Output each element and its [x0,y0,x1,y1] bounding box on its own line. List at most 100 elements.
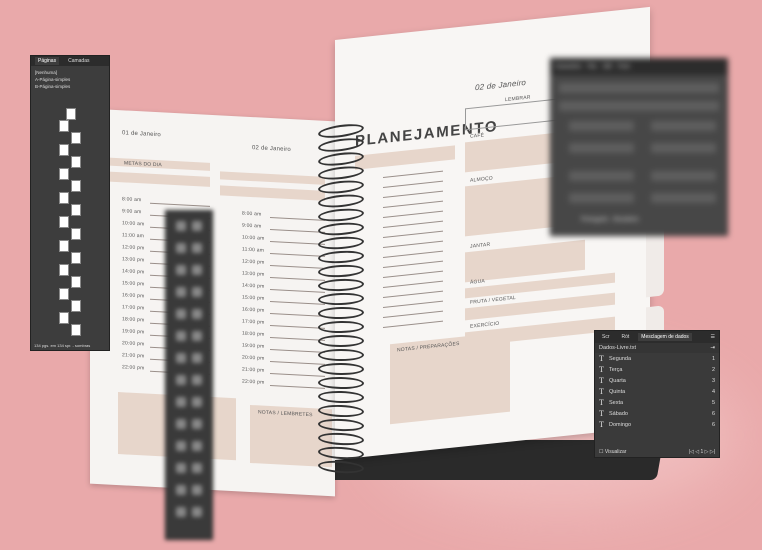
tool-icon[interactable] [176,243,186,253]
tool-icon[interactable] [176,507,186,517]
field-name: Segunda [609,355,632,362]
time-label: 22:00 pm [122,364,145,372]
task-lines [335,7,650,328]
tool-icon[interactable] [192,353,202,363]
tab-fonts[interactable]: Font [618,64,630,70]
time-label: 17:00 pm [122,304,145,312]
tool-icon[interactable] [176,375,186,385]
merge-field-row[interactable]: T Sexta 5 [595,397,719,408]
tab-layers[interactable]: Camadas [65,57,92,65]
tool-icon[interactable] [192,485,202,495]
skew-field[interactable] [651,193,716,203]
tool-icon[interactable] [192,397,202,407]
baseline-shift-field[interactable] [569,193,634,203]
tool-icon[interactable] [176,331,186,341]
time-label: 11:00 am [242,246,265,254]
time-line [270,325,325,329]
font-style-field[interactable] [559,101,719,111]
tab-data-merge[interactable]: Mesclagem de dados [638,333,692,341]
refresh-icon[interactable]: ⇥ [710,345,715,351]
tool-icon[interactable] [192,375,202,385]
tool-icon[interactable] [176,397,186,407]
tab-glyphs[interactable]: Glif [603,64,612,70]
tool-icon[interactable] [176,309,186,319]
tool-icon[interactable] [192,309,202,319]
tool-icon[interactable] [192,463,202,473]
tool-icon[interactable] [192,507,202,517]
merge-field-row[interactable]: T Quarta 3 [595,375,719,386]
checkbox[interactable]: ☐ [599,449,603,455]
tool-icon[interactable] [176,485,186,495]
time-label: 10:00 am [242,234,265,242]
master-b[interactable]: B-Página-simples [35,83,105,90]
tool-icon[interactable] [176,287,186,297]
leading-field[interactable] [651,121,716,131]
tool-icon[interactable] [192,221,202,231]
tool-icon[interactable] [192,419,202,429]
tool-icon[interactable] [192,287,202,297]
text-field-icon: T [599,365,604,374]
tool-icon[interactable] [192,441,202,451]
time-label: 15:00 pm [242,294,265,302]
spiral-binding [317,121,365,475]
language-select[interactable]: Português - Brasileiro [581,217,639,223]
horizontal-scale-field[interactable] [651,171,716,181]
tool-icon[interactable] [192,265,202,275]
coil-ring [317,164,365,182]
font-size-field[interactable] [569,121,634,131]
tool-icon[interactable] [176,221,186,231]
page-thumbnail [59,120,69,132]
coil-ring [317,362,365,376]
kerning-field[interactable] [569,143,634,153]
page-thumbnail [71,132,81,144]
merge-panel-header: Scr Rót Mesclagem de dados ☰ [595,331,719,343]
tracking-field[interactable] [651,143,716,153]
preview-label: Visualizar [604,449,627,455]
section-label: CAFÉ [470,132,485,140]
schedule-column-a: 8:00 am 9:00 am 10:00 am 11:00 am 12:00 pm 13… [90,109,335,375]
time-label: 18:00 pm [122,316,145,324]
tab-character[interactable]: Caractere [555,64,581,70]
master-a[interactable]: A-Página-simples [35,76,105,83]
merge-field-row[interactable]: T Quinta 4 [595,386,719,397]
tab-pages[interactable]: Páginas [35,57,60,65]
merge-field-row[interactable]: T Sábado 6 [595,408,719,419]
time-label: 12:00 pm [242,258,265,266]
record-navigation[interactable]: |◁ ◁ 1 ▷ ▷| [689,449,715,455]
goals-label-a: METAS DO DIA [124,160,162,169]
tool-icon[interactable] [176,419,186,429]
tool-icon[interactable] [192,331,202,341]
merge-field-row[interactable]: T Segunda 1 [595,353,719,364]
tab-labels[interactable]: Rót [619,333,633,341]
time-label: 8:00 am [242,210,262,218]
merge-field-row[interactable]: T Terça 2 [595,364,719,375]
time-line [270,373,325,377]
task-line [383,260,443,268]
task-line [383,290,443,298]
schedule-column-b: 8:00 am 9:00 am 10:00 am 11:00 am 12:00 pm 13… [90,109,335,389]
menu-icon[interactable]: ☰ [711,334,715,340]
tab-scripts[interactable]: Scr [599,333,613,341]
tool-icon[interactable] [192,243,202,253]
section-label: JANTAR [470,241,491,250]
merge-field-row[interactable]: T Domingo 6 [595,419,719,430]
record-number[interactable]: 1 [700,449,703,455]
tool-icon[interactable] [176,441,186,451]
tool-icon[interactable] [176,265,186,275]
merge-footer: ☐ Visualizar |◁ ◁ 1 ▷ ▷| [599,449,715,455]
tool-icon[interactable] [176,353,186,363]
goal-box-b [220,185,325,201]
time-line [270,229,325,233]
pages-footer: 134 pgs. em 134 spr. - sombras [34,343,91,348]
time-label: 14:00 pm [122,268,145,276]
field-name: Sábado [609,410,628,417]
master-none[interactable]: [Nenhuma] [35,69,105,76]
tab-paragraph[interactable]: Par [587,64,596,70]
field-count: 5 [711,399,715,406]
tool-icon[interactable] [176,463,186,473]
task-line [383,220,443,228]
vertical-scale-field[interactable] [569,171,634,181]
time-label: 13:00 pm [242,270,265,278]
pages-panel-header: Páginas Camadas [31,56,109,66]
font-family-field[interactable] [559,83,719,93]
